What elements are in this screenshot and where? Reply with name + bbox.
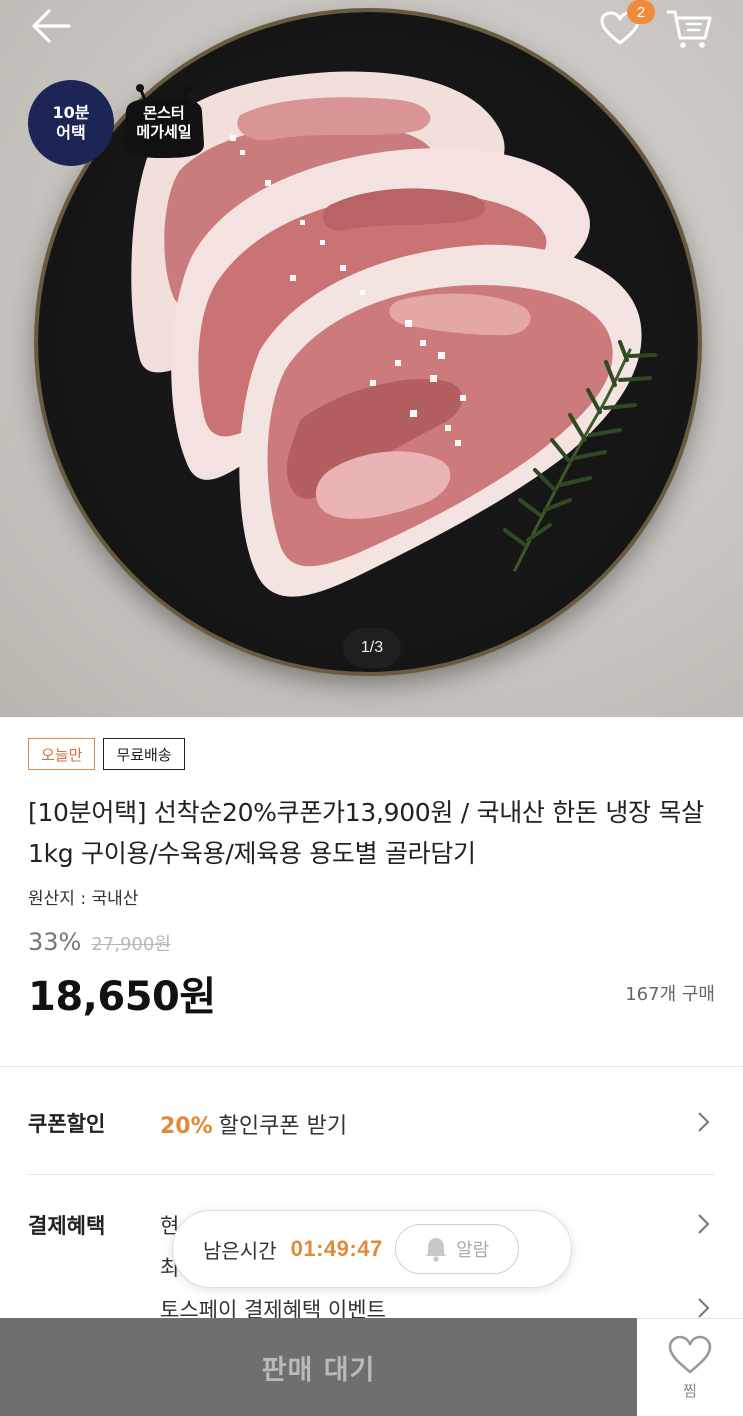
chevron-right-icon bbox=[698, 1298, 710, 1318]
alarm-label: 알람 bbox=[456, 1240, 490, 1261]
sale-pending-button[interactable]: 판매 대기 bbox=[0, 1318, 637, 1416]
payment-chevron-right-icon[interactable] bbox=[693, 1212, 713, 1236]
sale-price: 18,650원 bbox=[28, 974, 216, 1020]
bottom-action-bar: 판매 대기 찜 bbox=[0, 1318, 743, 1416]
cart-icon bbox=[666, 10, 712, 48]
coupon-download-link[interactable]: 20% 할인쿠폰 받기 bbox=[160, 1108, 347, 1140]
remaining-time-label: 남은시간 bbox=[203, 1238, 277, 1263]
monster-badge-line-1: 몬스터 bbox=[143, 104, 185, 122]
wishlist-count-badge: 2 bbox=[627, 0, 655, 24]
chevron-right-icon bbox=[698, 1112, 710, 1132]
coupon-percent: 20% bbox=[160, 1114, 213, 1139]
10min-attack-badge: 10분 어택 bbox=[28, 80, 114, 166]
toss-chevron-right-icon[interactable] bbox=[693, 1296, 713, 1320]
discount-rate: 33% bbox=[28, 928, 82, 956]
tag-free-shipping: 무료배송 bbox=[103, 738, 185, 770]
heart-outline-icon bbox=[668, 1335, 712, 1374]
product-title: [10분어택] 선착순20%쿠폰가13,900원 / 국내산 한돈 냉장 목살 … bbox=[28, 798, 704, 868]
product-image[interactable]: 2 10분 어택 몬스터 메가세일 1/3 bbox=[0, 0, 743, 717]
badge-line-1: 10분 bbox=[52, 103, 90, 122]
section-divider bbox=[0, 1066, 743, 1067]
monster-badge-text: 몬스터 메가세일 bbox=[118, 104, 210, 142]
arrow-left-icon bbox=[32, 9, 71, 43]
alarm-button[interactable]: 알람 bbox=[394, 1224, 519, 1274]
tag-today-only: 오늘만 bbox=[28, 738, 96, 770]
original-price: 27,900원 bbox=[91, 934, 171, 955]
remaining-time-value: 01:49:47 bbox=[290, 1236, 383, 1261]
bell-icon bbox=[426, 1238, 447, 1262]
remaining-time-pill: 남은시간 01:49:47 알람 bbox=[172, 1210, 572, 1288]
payment-benefit-label: 결제혜택 bbox=[28, 1214, 106, 1238]
purchase-count: 167개 구매 bbox=[625, 984, 715, 1005]
monster-mega-sale-badge: 몬스터 메가세일 bbox=[118, 82, 210, 164]
coupon-chevron-right-icon[interactable] bbox=[693, 1110, 713, 1134]
product-origin: 원산지 : 국내산 bbox=[28, 889, 139, 909]
image-pager: 1/3 bbox=[343, 628, 401, 668]
jjim-label: 찜 bbox=[683, 1382, 697, 1400]
coupon-label: 쿠폰할인 bbox=[28, 1112, 106, 1136]
discount-row: 33% 27,900원 bbox=[28, 928, 171, 956]
row-divider bbox=[28, 1174, 714, 1175]
monster-badge-line-2: 메가세일 bbox=[136, 123, 192, 141]
back-button[interactable] bbox=[26, 4, 76, 48]
jjim-button[interactable]: 찜 bbox=[637, 1318, 743, 1416]
badge-line-2: 어택 bbox=[56, 123, 86, 142]
cart-button[interactable] bbox=[662, 4, 716, 52]
chevron-right-icon bbox=[698, 1214, 710, 1234]
product-tags: 오늘만 무료배송 bbox=[28, 738, 185, 770]
coupon-text: 할인쿠폰 받기 bbox=[218, 1114, 348, 1139]
